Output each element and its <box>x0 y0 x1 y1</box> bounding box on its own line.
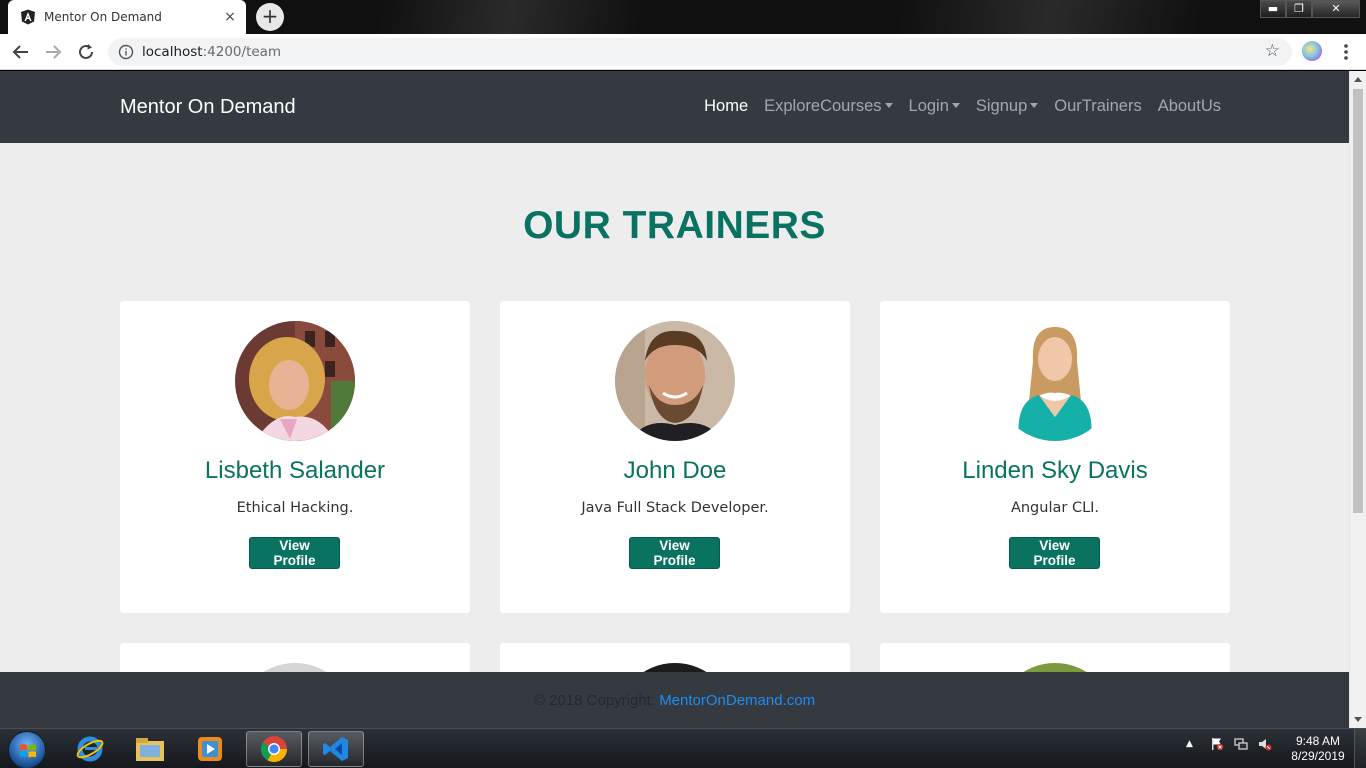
media-player-icon[interactable] <box>182 731 238 767</box>
trainer-card: John Doe Java Full Stack Developer. View… <box>500 301 850 613</box>
taskbar-clock[interactable]: 9:48 AM 8/29/2019 <box>1290 734 1346 764</box>
url-host: localhost <box>142 44 203 60</box>
url-text: localhost:4200/team <box>142 44 281 60</box>
trainer-role: Java Full Stack Developer. <box>581 500 769 516</box>
trainer-role: Ethical Hacking. <box>236 500 354 516</box>
page-title: OUR TRAINERS <box>523 204 826 247</box>
tray-expand-icon[interactable]: ▲ <box>1186 737 1200 751</box>
new-tab-button[interactable]: + <box>256 3 284 31</box>
trainer-name: John Doe <box>623 457 727 484</box>
site-navbar: Mentor On Demand Home ExploreCourses Log… <box>0 71 1349 143</box>
clock-time: 9:48 AM <box>1295 734 1341 748</box>
view-profile-button[interactable]: View Profile <box>249 537 340 569</box>
tabstrip-background <box>380 0 640 34</box>
nav-explore-courses[interactable]: ExploreCourses <box>764 97 893 116</box>
chrome-icon[interactable] <box>246 731 302 767</box>
windows-flag-icon <box>20 744 36 758</box>
trainer-avatar <box>235 321 355 441</box>
scroll-up-arrow-icon[interactable] <box>1354 77 1362 82</box>
footer-link[interactable]: MentorOnDemand.com <box>659 692 815 709</box>
caret-down-icon <box>1030 103 1039 108</box>
forward-arrow-icon[interactable] <box>42 41 64 63</box>
nav-signup-label: Signup <box>975 97 1028 115</box>
back-arrow-icon[interactable] <box>10 41 32 63</box>
vscode-icon[interactable] <box>308 731 364 767</box>
nav-signup[interactable]: Signup <box>975 97 1039 116</box>
browser-toolbar: localhost:4200/team ☆ <box>0 34 1366 70</box>
profile-avatar[interactable] <box>1302 41 1322 61</box>
view-profile-button[interactable]: View Profile <box>629 537 720 569</box>
internet-explorer-icon[interactable] <box>62 731 118 767</box>
tab-close-icon[interactable]: × <box>220 9 240 25</box>
restore-button[interactable]: ❐ <box>1286 0 1312 18</box>
windows-taskbar: ▲ 9:48 AM 8/29/2019 <box>0 728 1366 768</box>
browser-tab[interactable]: Mentor On Demand × <box>8 0 246 34</box>
trainer-card: Linden Sky Davis Angular CLI. View Profi… <box>880 301 1230 613</box>
info-icon[interactable] <box>118 44 134 60</box>
view-profile-button[interactable]: View Profile <box>1009 537 1100 569</box>
reload-icon[interactable] <box>75 41 97 63</box>
network-icon[interactable] <box>1234 737 1248 751</box>
clock-date: 8/29/2019 <box>1291 749 1345 763</box>
minimize-button[interactable]: ▬ <box>1260 0 1286 18</box>
volume-muted-icon[interactable] <box>1258 737 1272 751</box>
nav-login-label: Login <box>908 97 949 115</box>
menu-dots-icon[interactable] <box>1338 42 1354 62</box>
system-tray: ▲ <box>1186 737 1272 751</box>
action-center-flag-icon[interactable] <box>1210 737 1224 751</box>
brand-logo-text[interactable]: Mentor On Demand <box>120 96 296 119</box>
caret-down-icon <box>884 103 893 108</box>
trainer-name: Lisbeth Salander <box>204 457 386 484</box>
tab-title: Mentor On Demand <box>44 10 162 24</box>
site-footer: © 2018 Copyright: MentorOnDemand.com <box>0 672 1349 728</box>
nav-our-trainers[interactable]: OurTrainers <box>1054 97 1141 116</box>
star-icon[interactable]: ☆ <box>1265 41 1280 61</box>
trainer-card: Lisbeth Salander Ethical Hacking. View P… <box>120 301 470 613</box>
trainer-name: Linden Sky Davis <box>962 457 1148 484</box>
start-button[interactable] <box>8 731 46 768</box>
trainer-role: Angular CLI. <box>1010 500 1100 516</box>
footer-copyright: © 2018 Copyright: <box>533 692 656 709</box>
nav-explore-courses-label: ExploreCourses <box>764 97 882 115</box>
tabstrip-background <box>900 0 1200 34</box>
scroll-thumb[interactable] <box>1353 89 1363 513</box>
browser-tabstrip: Mentor On Demand × + ▬ ❐ ✕ <box>0 0 1366 34</box>
show-desktop-button[interactable] <box>1354 729 1366 768</box>
nav-home[interactable]: Home <box>704 97 748 116</box>
nav-about-us[interactable]: AboutUs <box>1158 97 1221 116</box>
trainer-avatar <box>995 321 1115 441</box>
file-explorer-icon[interactable] <box>122 731 178 767</box>
url-path: :4200/team <box>202 44 282 60</box>
nav-login[interactable]: Login <box>909 97 960 116</box>
page-scrollbar[interactable] <box>1349 71 1366 728</box>
page-viewport: Mentor On Demand Home ExploreCourses Log… <box>0 71 1366 728</box>
window-controls: ▬ ❐ ✕ <box>1260 0 1360 18</box>
angular-favicon <box>21 9 35 25</box>
caret-down-icon <box>951 103 960 108</box>
address-bar[interactable]: localhost:4200/team ☆ <box>108 38 1292 66</box>
close-window-button[interactable]: ✕ <box>1312 0 1360 18</box>
trainer-avatar <box>615 321 735 441</box>
scroll-down-arrow-icon[interactable] <box>1354 717 1362 722</box>
nav-links: Home ExploreCourses Login Signup OurTrai… <box>704 97 1221 116</box>
